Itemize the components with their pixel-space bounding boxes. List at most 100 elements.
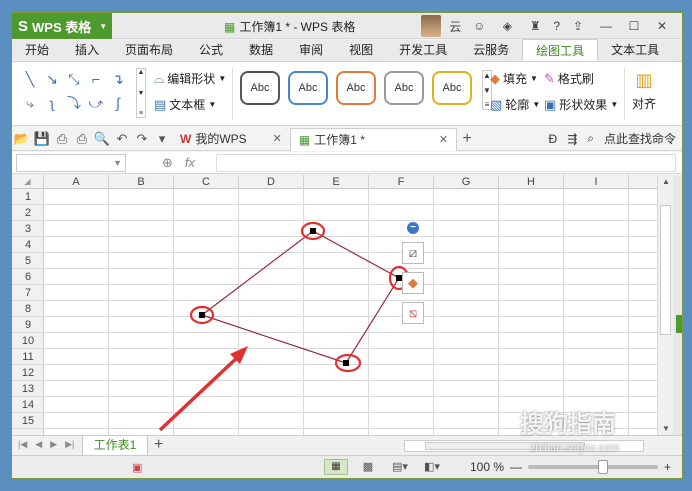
column-header[interactable]: D [239, 175, 304, 189]
reading-mode-icon[interactable]: ◧▾ [420, 459, 444, 475]
shape-gallery-scroll[interactable]: ▲ ▼ ≡ [136, 68, 146, 118]
scroll-up-icon[interactable]: ▲ [658, 177, 674, 186]
search-icon[interactable]: ⌕ [587, 131, 594, 146]
column-header[interactable]: I [564, 175, 629, 189]
zoom-in-icon[interactable]: + [664, 460, 671, 474]
row-header[interactable]: 3 [12, 221, 44, 237]
outline-color-icon[interactable]: ⧅ [402, 302, 424, 324]
zoom-icon[interactable]: ⊕ [162, 155, 173, 171]
help-button[interactable]: ? [553, 19, 560, 33]
row-header[interactable]: 14 [12, 397, 44, 413]
command-search[interactable]: 点此查找命令 [604, 130, 676, 147]
normal-view-icon[interactable]: ▦ [324, 459, 348, 475]
avatar[interactable] [421, 15, 442, 37]
zoom-slider[interactable] [528, 460, 659, 474]
column-header[interactable]: G [434, 175, 499, 189]
column-header[interactable]: B [109, 175, 174, 189]
cell-grid[interactable] [44, 189, 657, 435]
save-icon[interactable]: 💾 [32, 131, 52, 147]
name-box[interactable]: ▼ [16, 154, 126, 172]
tab-0[interactable]: 开始 [12, 39, 62, 61]
tab-7[interactable]: 开发工具 [386, 39, 460, 61]
zoom-level[interactable]: 100 % [470, 460, 504, 474]
collapse-icon[interactable]: − [407, 222, 419, 234]
doc-mode-icon[interactable]: Ð [549, 132, 558, 146]
shape-style-0[interactable]: Abc [240, 71, 280, 105]
row-header[interactable]: 2 [12, 205, 44, 221]
shape-style-3[interactable]: Abc [384, 71, 424, 105]
column-header[interactable]: E [304, 175, 369, 189]
row-header[interactable]: 9 [12, 317, 44, 333]
shirt-icon[interactable]: ♜ [525, 19, 545, 33]
tab-10[interactable]: 文本工具 [598, 39, 672, 61]
fill-button[interactable]: ◆ 填充 ▼ [490, 70, 538, 87]
redo-icon[interactable]: ↷ [132, 131, 152, 147]
curve-double-icon[interactable]: ⤻ [86, 92, 106, 114]
vertical-scroll-thumb[interactable] [660, 205, 671, 335]
paint-bucket-icon[interactable]: ◆ [402, 272, 424, 294]
pdf-icon[interactable]: ⎙ [52, 131, 72, 147]
side-panel-handle[interactable] [676, 315, 682, 333]
shield-icon[interactable]: ◈ [497, 19, 517, 33]
row-header[interactable]: 12 [12, 365, 44, 381]
elbow-double-icon[interactable]: ⤷ [20, 92, 40, 114]
share-icon[interactable]: ⇶ [567, 132, 577, 146]
layout-view-icon[interactable]: ▤▾ [388, 459, 412, 475]
print-preview-icon[interactable]: 🔍 [92, 131, 112, 147]
customize-icon[interactable]: ▾ [152, 131, 172, 147]
upload-icon[interactable]: ⇪ [568, 19, 588, 33]
shape-effect-button[interactable]: ▣ 形状效果 ▼ [544, 96, 618, 113]
add-sheet-icon[interactable]: + [154, 436, 163, 454]
next-sheet-icon[interactable]: ▶ [50, 439, 57, 450]
cloud-label[interactable]: 云 [449, 18, 461, 35]
zoom-slider-knob[interactable] [598, 460, 609, 474]
doc-tab-workbook[interactable]: ▦ 工作簿1 * ✕ [289, 127, 458, 151]
column-header[interactable]: A [44, 175, 109, 189]
row-header[interactable]: 10 [12, 333, 44, 349]
shape-style-4[interactable]: Abc [432, 71, 472, 105]
tab-6[interactable]: 视图 [336, 39, 386, 61]
row-header[interactable]: 7 [12, 285, 44, 301]
elbow-arrow-icon[interactable]: ↴ [108, 68, 128, 90]
vertical-scrollbar[interactable]: ▲ ▼ [657, 175, 673, 435]
close-icon[interactable]: ✕ [273, 132, 282, 145]
row-header[interactable]: 11 [12, 349, 44, 365]
curve-arrow-icon[interactable]: ⤵ [64, 92, 84, 114]
edit-shape-button[interactable]: ⌓ 编辑形状 ▼ [154, 70, 226, 87]
print-icon[interactable]: ⎙ [72, 131, 92, 147]
maximize-icon[interactable]: ☐ [624, 19, 644, 33]
close-icon[interactable]: ✕ [652, 19, 672, 33]
elbow-connector-icon[interactable]: ⌐ [86, 68, 106, 90]
row-header[interactable]: 8 [12, 301, 44, 317]
formula-input[interactable] [216, 154, 676, 172]
sheet-tab[interactable]: 工作表1 [82, 436, 148, 456]
tab-3[interactable]: 公式 [186, 39, 236, 61]
worksheet[interactable]: ◢ ABCDEFGHI 1 2 3 4 5 6 7 8 9 10 11 12 13 14 15 [12, 175, 657, 435]
tab-5[interactable]: 审阅 [286, 39, 336, 61]
align-button[interactable]: ▥ 对齐 [632, 70, 656, 112]
minimize-icon[interactable]: — [596, 19, 616, 33]
edit-shape-icon[interactable]: ⧄ [402, 242, 424, 264]
macro-icon[interactable]: ▣ [132, 461, 142, 474]
open-folder-icon[interactable]: 📂 [12, 131, 32, 147]
outline-button[interactable]: ▧ 轮廓 ▼ [490, 96, 540, 113]
app-menu-button[interactable]: S WPS 表格 ▼ [12, 13, 112, 39]
last-sheet-icon[interactable]: ▶| [65, 439, 74, 450]
scroll-down-icon[interactable]: ▼ [658, 424, 674, 433]
zoom-out-icon[interactable]: — [510, 460, 522, 474]
tab-4[interactable]: 数据 [236, 39, 286, 61]
shape-style-1[interactable]: Abc [288, 71, 328, 105]
curve-connector-icon[interactable]: ʅ [42, 92, 62, 114]
row-header[interactable]: 5 [12, 253, 44, 269]
column-header[interactable]: H [499, 175, 564, 189]
row-header[interactable]: 15 [12, 413, 44, 429]
undo-icon[interactable]: ↶ [112, 131, 132, 147]
format-painter-button[interactable]: ✎ 格式刷 [544, 70, 594, 87]
emoji-icon[interactable]: ☺ [469, 19, 489, 33]
tab-9[interactable]: 绘图工具 [522, 39, 599, 61]
text-box-button[interactable]: ▤ 文本框 ▼ [154, 96, 216, 113]
tab-2[interactable]: 页面布局 [112, 39, 186, 61]
row-header[interactable]: 6 [12, 269, 44, 285]
select-all-corner[interactable]: ◢ [12, 175, 44, 189]
row-header[interactable]: 13 [12, 381, 44, 397]
